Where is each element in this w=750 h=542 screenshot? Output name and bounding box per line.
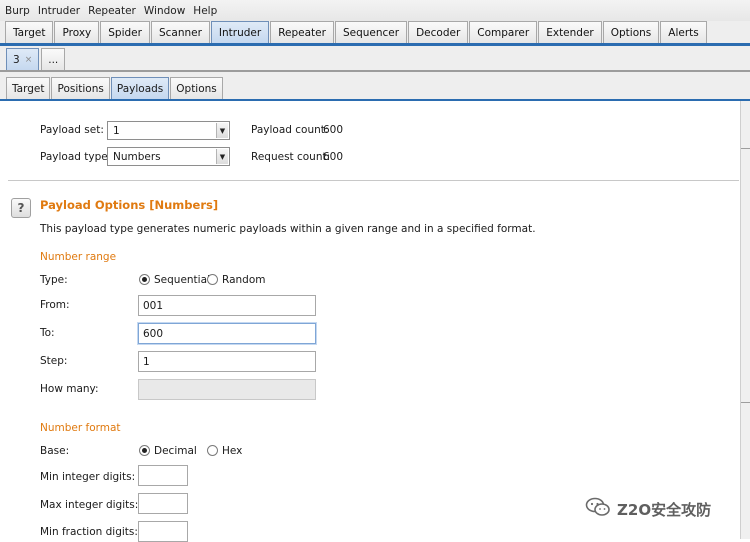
tab-sequencer[interactable]: Sequencer xyxy=(334,21,408,43)
payload-set-value: 1 xyxy=(113,124,120,137)
tab-options[interactable]: Options xyxy=(602,21,660,43)
subtab-options[interactable]: Options xyxy=(170,77,223,99)
payload-type-label: Payload type: xyxy=(40,151,112,163)
tab-proxy[interactable]: Proxy xyxy=(54,21,100,43)
sequential-radio[interactable] xyxy=(139,274,150,285)
min-fraction-digits-label: Min fraction digits: xyxy=(40,526,138,538)
max-integer-digits-label: Max integer digits: xyxy=(40,499,139,511)
decimal-radio[interactable] xyxy=(139,445,150,456)
attack-tab-label: 3 xyxy=(13,53,20,66)
attack-tab-3[interactable]: 3 × xyxy=(6,48,40,70)
number-range-heading: Number range xyxy=(40,251,117,263)
payload-set-label: Payload set: xyxy=(40,124,104,136)
number-format-heading: Number format xyxy=(40,422,121,434)
close-icon[interactable]: × xyxy=(25,55,33,65)
sequential-label[interactable]: Sequential xyxy=(154,274,210,286)
tab-scanner[interactable]: Scanner xyxy=(150,21,210,43)
scrollbar-marker xyxy=(741,148,750,149)
payload-type-value: Numbers xyxy=(113,150,161,163)
how-many-input xyxy=(138,379,316,400)
payload-count-label: Payload count: xyxy=(251,124,329,136)
menu-bar: Burp Intruder Repeater Window Help xyxy=(0,0,750,21)
tab-comparer[interactable]: Comparer xyxy=(469,21,538,43)
chevron-down-icon: ▼ xyxy=(216,149,228,164)
tab-decoder[interactable]: Decoder xyxy=(408,21,469,43)
menu-intruder[interactable]: Intruder xyxy=(38,5,80,17)
attack-tab-bar: 3 × ... xyxy=(0,46,750,72)
watermark: Z2O安全攻防 xyxy=(585,497,711,521)
section-description: This payload type generates numeric payl… xyxy=(40,223,536,235)
payload-type-select[interactable]: Numbers ▼ xyxy=(107,147,230,166)
menu-window[interactable]: Window xyxy=(144,5,185,17)
watermark-text: Z2O安全攻防 xyxy=(617,500,712,519)
hex-radio[interactable] xyxy=(207,445,218,456)
from-label: From: xyxy=(40,299,70,311)
step-label: Step: xyxy=(40,355,68,367)
subtab-target[interactable]: Target xyxy=(6,77,51,99)
vertical-scrollbar[interactable] xyxy=(741,101,750,539)
help-icon[interactable]: ? xyxy=(11,198,31,218)
intruder-sub-tab-bar: Target Positions Payloads Options xyxy=(0,72,750,101)
random-label[interactable]: Random xyxy=(222,274,265,286)
menu-repeater[interactable]: Repeater xyxy=(88,5,136,17)
step-input[interactable]: 1 xyxy=(138,351,316,372)
base-label: Base: xyxy=(40,445,70,457)
tab-target[interactable]: Target xyxy=(5,21,54,43)
payload-count-value: 600 xyxy=(323,124,344,136)
request-count-value: 600 xyxy=(323,151,344,163)
wechat-icon xyxy=(585,497,611,521)
random-radio[interactable] xyxy=(207,274,218,285)
tab-extender[interactable]: Extender xyxy=(538,21,602,43)
scrollbar-marker xyxy=(741,402,750,403)
request-count-label: Request count: xyxy=(251,151,331,163)
decimal-label[interactable]: Decimal xyxy=(154,445,197,457)
how-many-label: How many: xyxy=(40,383,99,395)
section-divider xyxy=(8,180,739,181)
from-input[interactable]: 001 xyxy=(138,295,316,316)
tab-repeater[interactable]: Repeater xyxy=(270,21,334,43)
tab-alerts[interactable]: Alerts xyxy=(660,21,707,43)
max-integer-digits-input[interactable] xyxy=(138,493,188,514)
chevron-down-icon: ▼ xyxy=(216,123,228,138)
menu-help[interactable]: Help xyxy=(193,5,217,17)
main-tab-bar: Target Proxy Spider Scanner Intruder Rep… xyxy=(0,21,750,46)
menu-burp[interactable]: Burp xyxy=(5,5,30,17)
tab-spider[interactable]: Spider xyxy=(100,21,150,43)
hex-label[interactable]: Hex xyxy=(222,445,242,457)
to-input[interactable]: 600 xyxy=(138,323,316,344)
type-label: Type: xyxy=(40,274,68,286)
section-title: Payload Options [Numbers] xyxy=(40,198,219,212)
subtab-payloads[interactable]: Payloads xyxy=(110,77,170,99)
payload-set-select[interactable]: 1 ▼ xyxy=(107,121,230,140)
subtab-positions[interactable]: Positions xyxy=(51,77,110,99)
min-integer-digits-label: Min integer digits: xyxy=(40,471,136,483)
new-attack-tab[interactable]: ... xyxy=(41,48,66,70)
to-label: To: xyxy=(40,327,55,339)
tab-intruder[interactable]: Intruder xyxy=(210,21,270,43)
min-integer-digits-input[interactable] xyxy=(138,465,188,486)
